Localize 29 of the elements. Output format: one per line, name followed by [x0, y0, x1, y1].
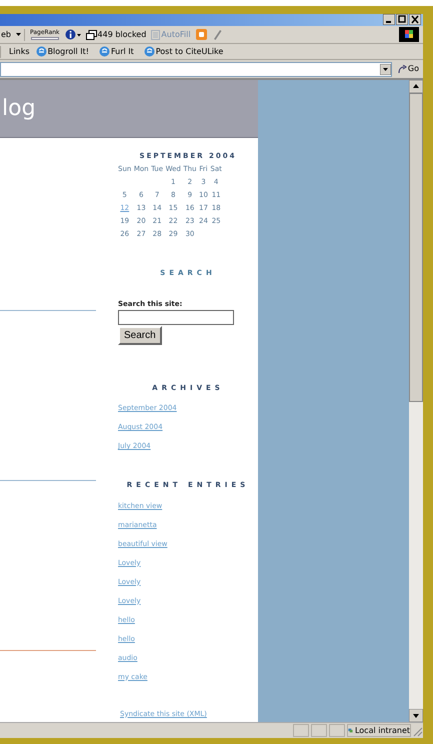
search-field[interactable]	[118, 310, 234, 324]
minimize-icon[interactable]	[383, 14, 395, 25]
favorite-link[interactable]: Blogroll It!	[36, 46, 89, 58]
browser-page-icon	[36, 46, 47, 57]
go-button[interactable]: Go	[398, 63, 419, 75]
security-zone: Local intranet	[354, 724, 410, 736]
search-button[interactable]: Search	[118, 326, 162, 344]
windows-icon	[86, 30, 97, 40]
form-icon	[151, 30, 160, 40]
caret-icon	[16, 33, 21, 36]
maximize-icon[interactable]	[396, 14, 408, 25]
search-menu-button[interactable]: eb	[1, 28, 25, 40]
scrollbar[interactable]	[409, 80, 423, 722]
windows-logo-icon	[399, 27, 419, 42]
scroll-down-icon[interactable]	[409, 709, 423, 722]
blog-title: log	[2, 98, 36, 120]
links-label: Links	[9, 46, 30, 58]
popup-blocker-button[interactable]: 449 blocked	[86, 28, 146, 40]
dropdown-icon[interactable]	[380, 64, 391, 74]
favorite-link[interactable]: Furl It	[98, 46, 134, 58]
close-icon[interactable]	[409, 14, 421, 25]
address-field[interactable]	[0, 62, 392, 76]
arrow-icon	[398, 64, 407, 74]
browser-page-icon	[98, 46, 110, 57]
info-icon[interactable]	[64, 29, 81, 40]
scroll-up-icon[interactable]	[409, 80, 423, 93]
resize-grip-icon[interactable]	[411, 724, 423, 736]
browser-page-icon	[144, 46, 155, 57]
favorite-link[interactable]: Post to CiteULike	[144, 46, 224, 58]
